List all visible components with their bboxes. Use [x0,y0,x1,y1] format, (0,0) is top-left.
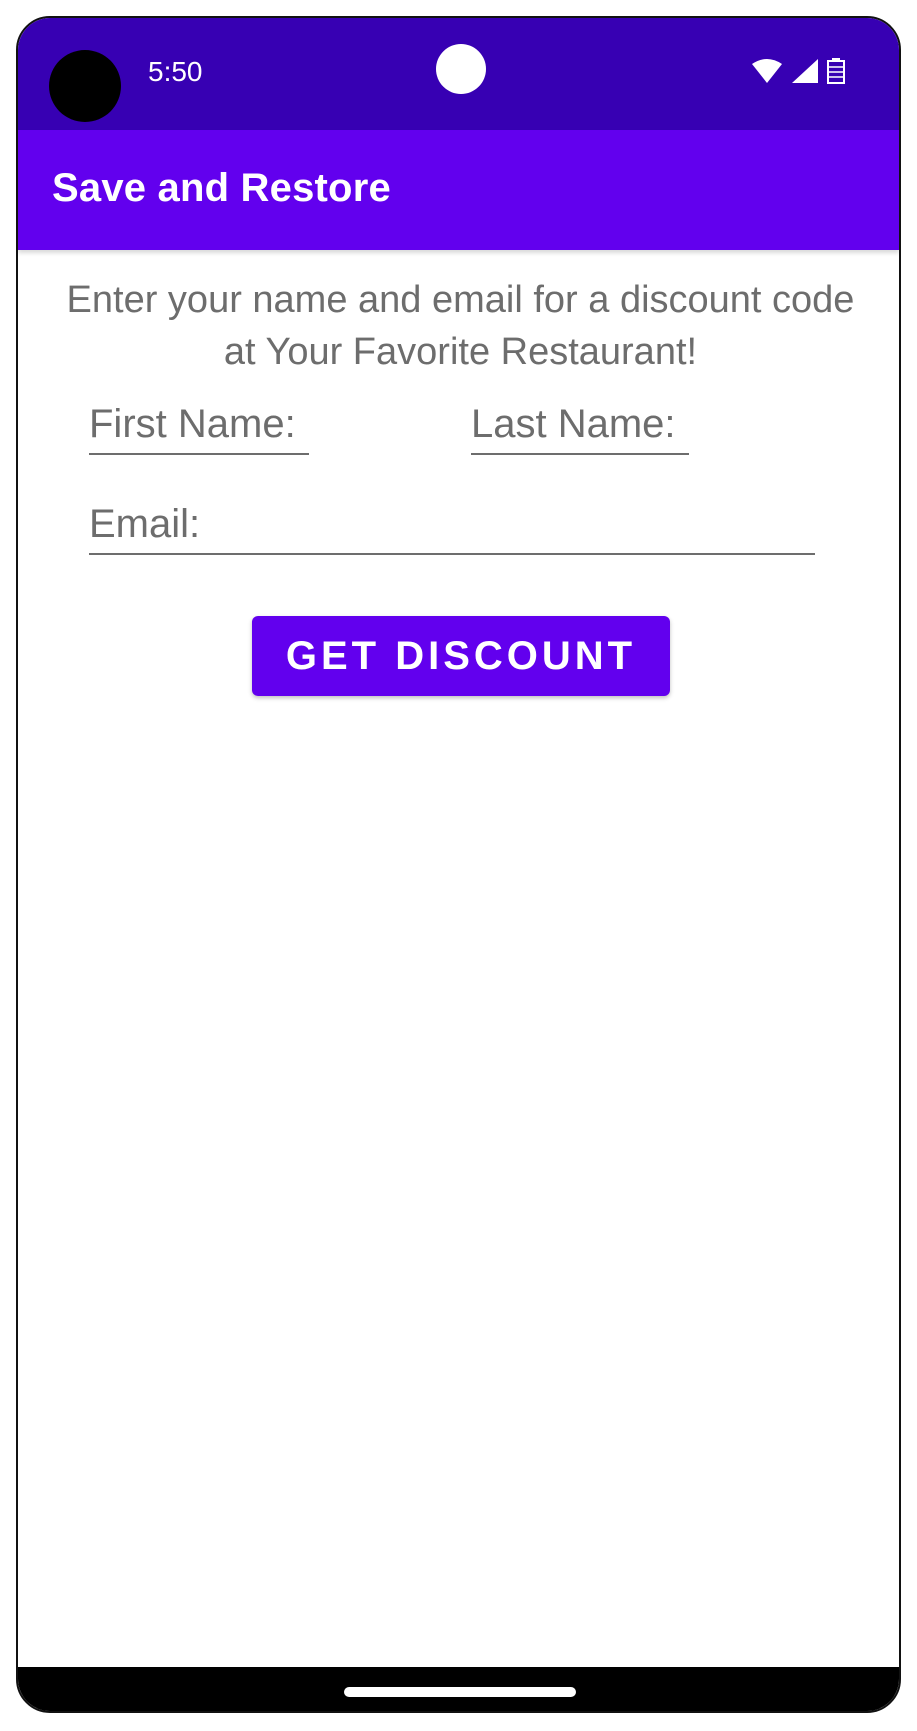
signal-icon [791,58,819,89]
camera-cutout [49,50,121,122]
intro-text: Enter your name and email for a discount… [66,279,855,373]
front-sensor-icon [436,44,486,94]
home-indicator[interactable] [344,1687,576,1697]
status-icons [751,58,847,89]
get-discount-button[interactable]: GET DISCOUNT [252,616,670,696]
first-name-field[interactable]: First Name: [89,402,309,455]
wifi-icon [751,58,783,89]
last-name-hint: Last Name: [471,402,676,446]
first-name-hint: First Name: [89,402,296,446]
battery-icon [827,58,847,89]
email-hint: Email: [89,502,201,546]
app-title: Save and Restore [52,166,391,210]
navigation-bar [18,1667,899,1711]
status-bar: 5:50 [18,18,899,130]
phone-screen: 5:50 Save and Restore Enter your name an… [16,16,901,1713]
last-name-field[interactable]: Last Name: [471,402,689,455]
status-time: 5:50 [148,56,203,87]
app-bar: Save and Restore [18,130,899,250]
email-field[interactable]: Email: [89,502,815,555]
